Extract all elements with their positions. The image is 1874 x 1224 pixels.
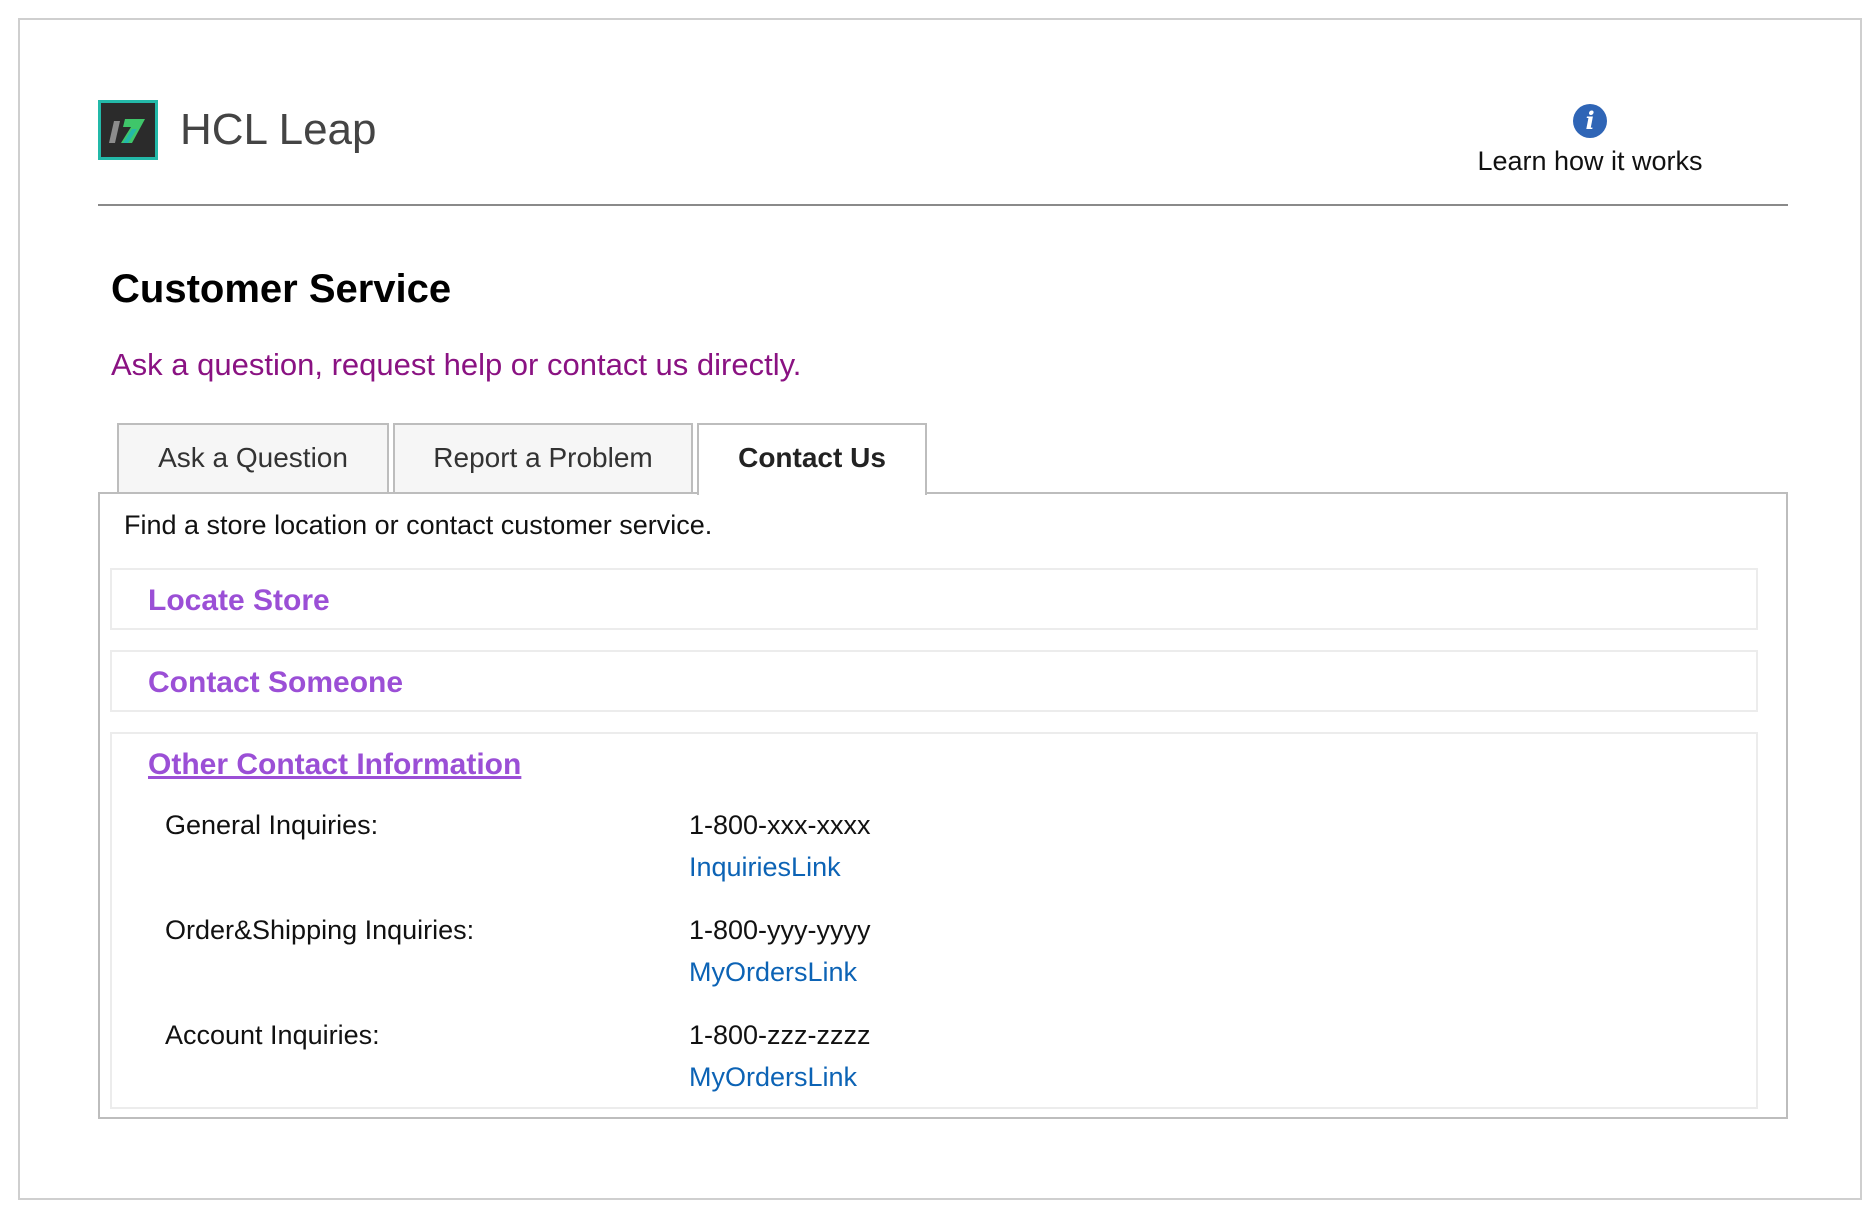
contact-label: Order&Shipping Inquiries: [165, 915, 475, 945]
brand-name: HCL Leap [180, 105, 377, 154]
tab-contact-us[interactable]: Contact Us [697, 423, 927, 495]
panel-description: Find a store location or contact custome… [124, 510, 713, 540]
info-icon[interactable]: i [1573, 104, 1607, 138]
contact-row: General Inquiries: 1-800-xxx-xxxx Inquir… [112, 808, 1756, 898]
hcl-leap-logo-icon [98, 100, 158, 160]
contact-phone: 1-800-zzz-zzzz [689, 1020, 871, 1050]
learn-how-it-works-link[interactable]: i Learn how it works [1470, 104, 1710, 178]
contact-us-panel: Find a store location or contact custome… [98, 492, 1788, 1119]
tab-ask-a-question[interactable]: Ask a Question [117, 423, 389, 493]
tab-report-a-problem[interactable]: Report a Problem [393, 423, 693, 493]
contact-phone: 1-800-xxx-xxxx [689, 810, 871, 840]
contact-label: General Inquiries: [165, 810, 379, 840]
page-frame: HCL Leap i Learn how it works Customer S… [18, 18, 1862, 1200]
section-other-contact-information: Other Contact Information General Inquir… [110, 732, 1758, 1109]
section-title-locate-store[interactable]: Locate Store [148, 582, 330, 620]
section-title-contact-someone[interactable]: Contact Someone [148, 664, 403, 702]
my-orders-link[interactable]: MyOrdersLink [689, 955, 857, 989]
page-subtitle: Ask a question, request help or contact … [111, 347, 802, 382]
page-title: Customer Service [111, 267, 452, 311]
contact-phone: 1-800-yyy-yyyy [689, 915, 871, 945]
inquiries-link[interactable]: InquiriesLink [689, 850, 841, 884]
my-orders-link[interactable]: MyOrdersLink [689, 1060, 857, 1094]
section-contact-someone: Contact Someone [110, 650, 1758, 712]
contact-row: Account Inquiries: 1-800-zzz-zzzz MyOrde… [112, 1018, 1756, 1108]
app-header: HCL Leap i Learn how it works [98, 98, 1788, 206]
contact-row: Order&Shipping Inquiries: 1-800-yyy-yyyy… [112, 913, 1756, 1003]
contact-label: Account Inquiries: [165, 1020, 380, 1050]
section-title-other-contact-information[interactable]: Other Contact Information [148, 746, 521, 784]
section-locate-store: Locate Store [110, 568, 1758, 630]
learn-how-it-works-label[interactable]: Learn how it works [1470, 144, 1710, 178]
